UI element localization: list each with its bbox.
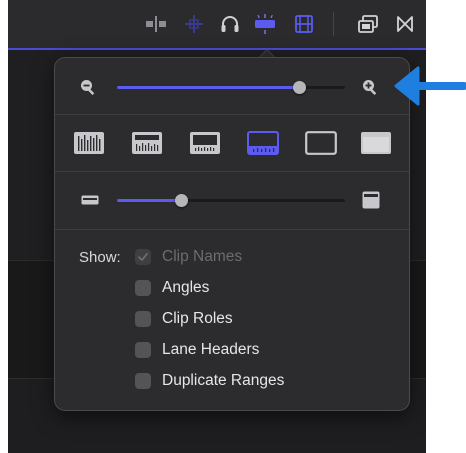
- clip-height-slider[interactable]: [117, 194, 345, 207]
- waveform-small-icon[interactable]: [189, 131, 221, 155]
- clip-names-label: Clip Names: [162, 248, 243, 265]
- separator: [55, 229, 409, 230]
- filmstrip-only-icon[interactable]: [305, 131, 337, 155]
- duplicate-ranges-checkbox[interactable]: [135, 373, 151, 389]
- zoom-slider[interactable]: [117, 81, 345, 94]
- lane-headers-checkbox[interactable]: [135, 342, 151, 358]
- clip-height-slider-thumb[interactable]: [175, 194, 188, 207]
- angles-checkbox[interactable]: [135, 280, 151, 296]
- zoom-slider-thumb[interactable]: [293, 81, 306, 94]
- zoom-out-icon[interactable]: [79, 78, 97, 96]
- transitions-icon[interactable]: [394, 14, 416, 34]
- clip-appearance-popover: Show: Clip Names Angles Clip Roles Lane …: [54, 57, 410, 411]
- angles-label: Angles: [162, 279, 210, 296]
- show-label: Show:: [79, 249, 121, 266]
- clip-appearance-icon[interactable]: [293, 14, 315, 34]
- duplicate-ranges-label: Duplicate Ranges: [162, 372, 285, 389]
- clip-height-large-icon[interactable]: [362, 191, 380, 209]
- zoom-slider-fill: [117, 86, 299, 89]
- timeline-toolbar: [8, 0, 426, 50]
- pointer-arrow-icon: [394, 66, 466, 106]
- separator: [55, 114, 409, 115]
- zoom-in-icon[interactable]: [361, 78, 379, 96]
- checkmark-icon: [138, 252, 148, 261]
- overlap-window-icon[interactable]: [357, 14, 379, 34]
- lane-headers-label: Lane Headers: [162, 341, 260, 358]
- clip-roles-label: Clip Roles: [162, 310, 233, 327]
- separator: [55, 171, 409, 172]
- timeline-window: Show: Clip Names Angles Clip Roles Lane …: [8, 0, 426, 453]
- solo-icon[interactable]: [254, 14, 276, 34]
- skimming-icon[interactable]: [183, 14, 205, 34]
- audio-skimming-icon[interactable]: [219, 14, 241, 34]
- clip-height-small-icon[interactable]: [81, 195, 99, 205]
- filmstrip-waveform-icon[interactable]: [247, 131, 279, 155]
- waveform-large-icon[interactable]: [73, 131, 105, 155]
- snapping-icon[interactable]: [145, 14, 167, 34]
- name-only-icon[interactable]: [360, 131, 392, 155]
- clip-names-checkbox[interactable]: [135, 249, 151, 265]
- waveform-medium-icon[interactable]: [131, 131, 163, 155]
- clip-height-slider-fill: [117, 199, 181, 202]
- toolbar-divider: [333, 12, 334, 36]
- clip-roles-checkbox[interactable]: [135, 311, 151, 327]
